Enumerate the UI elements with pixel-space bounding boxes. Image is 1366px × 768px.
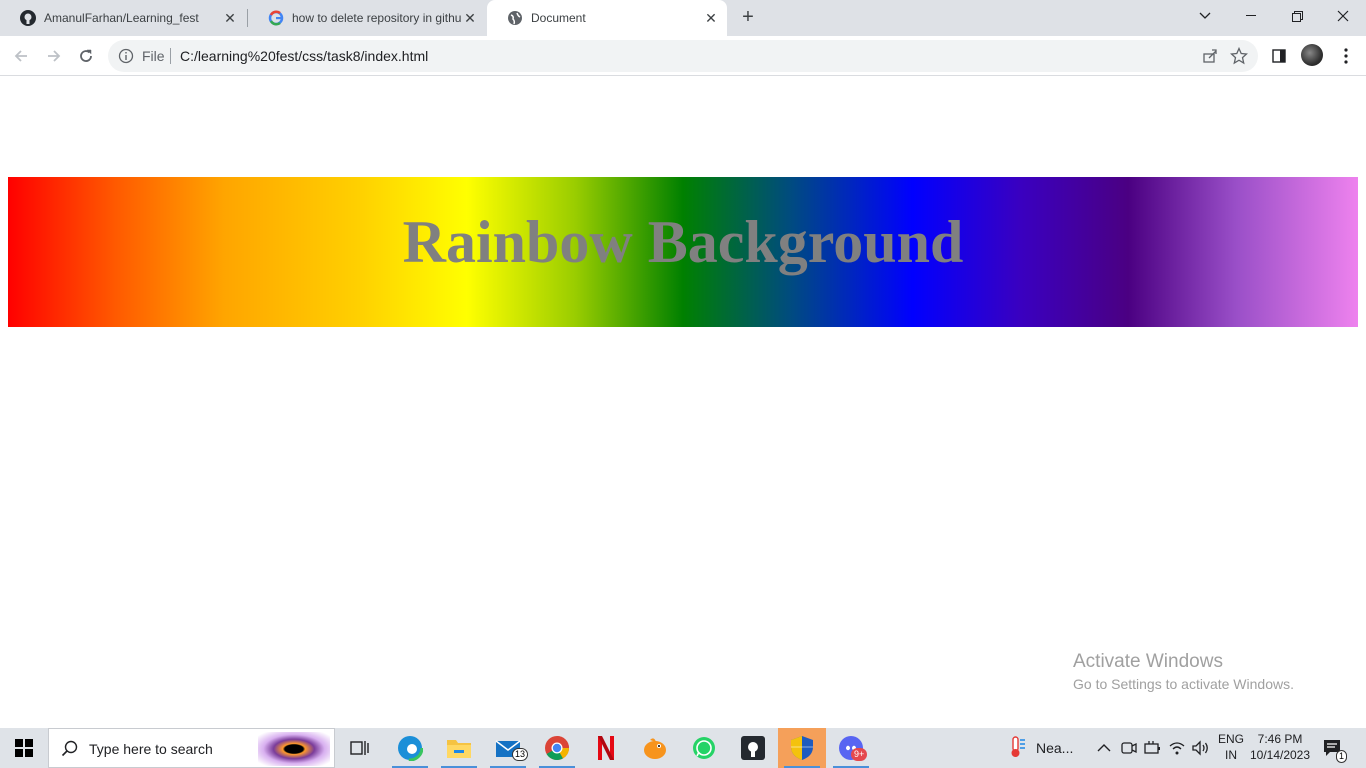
- tab-github[interactable]: AmanulFarhan/Learning_fest ✕: [0, 0, 246, 36]
- address-bar[interactable]: File C:/learning%20fest/css/task8/index.…: [108, 40, 1258, 72]
- mail-icon[interactable]: 13: [484, 728, 532, 768]
- chrome-icon[interactable]: [533, 728, 581, 768]
- info-icon[interactable]: [118, 48, 134, 64]
- clock-time: 7:46 PM: [1257, 732, 1303, 746]
- close-icon[interactable]: ✕: [222, 10, 238, 26]
- address-divider: [170, 48, 171, 64]
- close-icon[interactable]: ✕: [462, 10, 478, 26]
- scheme-label: File: [142, 48, 165, 64]
- tab-google[interactable]: how to delete repository in githu ✕: [248, 0, 486, 36]
- bookmark-star-icon[interactable]: [1229, 46, 1249, 65]
- page-viewport: Rainbow Background Activate Windows Go t…: [0, 77, 1366, 728]
- share-icon[interactable]: [1202, 48, 1218, 64]
- discord-icon[interactable]: 9+: [827, 728, 875, 768]
- weather-label: Nea...: [1036, 740, 1074, 756]
- whatsapp-icon[interactable]: [680, 728, 728, 768]
- discord-badge: 9+: [851, 748, 868, 761]
- security-shield-icon[interactable]: [778, 728, 826, 768]
- system-clock[interactable]: 7:46 PM 10/14/2023: [1248, 731, 1312, 763]
- notification-badge: 1: [1336, 750, 1348, 763]
- close-window-button[interactable]: [1320, 0, 1366, 32]
- profile-avatar[interactable]: [1301, 44, 1323, 66]
- file-explorer-icon[interactable]: [435, 728, 483, 768]
- side-panel-icon[interactable]: [1267, 44, 1291, 68]
- new-tab-button[interactable]: +: [738, 6, 758, 28]
- notification-center-icon[interactable]: 1: [1322, 728, 1348, 768]
- restore-button[interactable]: [1274, 0, 1320, 32]
- tab-search-chevron-icon[interactable]: [1182, 0, 1228, 32]
- show-hidden-icons-chevron-icon[interactable]: [1097, 728, 1111, 768]
- tab-document[interactable]: Document ✕: [487, 0, 727, 36]
- tab-title: AmanulFarhan/Learning_fest: [44, 11, 199, 25]
- watermark-title: Activate Windows: [1073, 651, 1223, 672]
- browser-toolbar: File C:/learning%20fest/css/task8/index.…: [0, 36, 1366, 76]
- windows-taskbar: Type here to search 13 9+ Nea... ENG IN …: [0, 728, 1366, 768]
- language-indicator[interactable]: ENG IN: [1214, 731, 1248, 763]
- edge-icon[interactable]: [386, 728, 434, 768]
- netflix-icon[interactable]: [582, 728, 630, 768]
- tab-title: how to delete repository in githu: [292, 11, 462, 25]
- battery-plug-icon[interactable]: [1144, 728, 1162, 768]
- minimize-button[interactable]: [1228, 0, 1274, 32]
- back-button[interactable]: [9, 44, 33, 68]
- bird-app-icon[interactable]: [631, 728, 679, 768]
- task-view-icon[interactable]: [336, 728, 384, 768]
- watermark-subtitle: Go to Settings to activate Windows.: [1073, 676, 1294, 692]
- meet-now-icon[interactable]: [1120, 728, 1138, 768]
- github-icon: [20, 10, 36, 26]
- search-placeholder: Type here to search: [89, 741, 213, 757]
- forward-button[interactable]: [42, 44, 66, 68]
- wifi-icon[interactable]: [1168, 728, 1186, 768]
- reload-button[interactable]: [74, 44, 98, 68]
- clock-date: 10/14/2023: [1249, 748, 1311, 762]
- weather-widget[interactable]: Nea...: [1008, 728, 1073, 768]
- thermometer-icon: [1008, 735, 1028, 762]
- search-highlight-image[interactable]: [258, 732, 330, 766]
- region-code: IN: [1225, 748, 1237, 762]
- activate-windows-watermark: Activate Windows Go to Settings to activ…: [1073, 650, 1294, 694]
- url-text[interactable]: C:/learning%20fest/css/task8/index.html: [180, 48, 428, 64]
- search-icon: [61, 740, 79, 758]
- close-icon[interactable]: ✕: [703, 10, 719, 26]
- menu-kebab-icon[interactable]: [1334, 44, 1358, 68]
- tab-title: Document: [531, 11, 586, 25]
- mail-badge: 13: [512, 748, 529, 761]
- rainbow-banner: Rainbow Background: [8, 177, 1358, 327]
- volume-icon[interactable]: [1192, 728, 1210, 768]
- globe-icon: [507, 10, 523, 26]
- google-icon: [268, 10, 284, 26]
- language-code: ENG: [1217, 732, 1244, 746]
- windows-start-icon[interactable]: [0, 728, 48, 768]
- tab-strip: AmanulFarhan/Learning_fest ✕ how to dele…: [0, 0, 1366, 36]
- page-heading: Rainbow Background: [402, 208, 964, 275]
- taskbar-search-box[interactable]: Type here to search: [48, 728, 335, 768]
- github-desktop-icon[interactable]: [729, 728, 777, 768]
